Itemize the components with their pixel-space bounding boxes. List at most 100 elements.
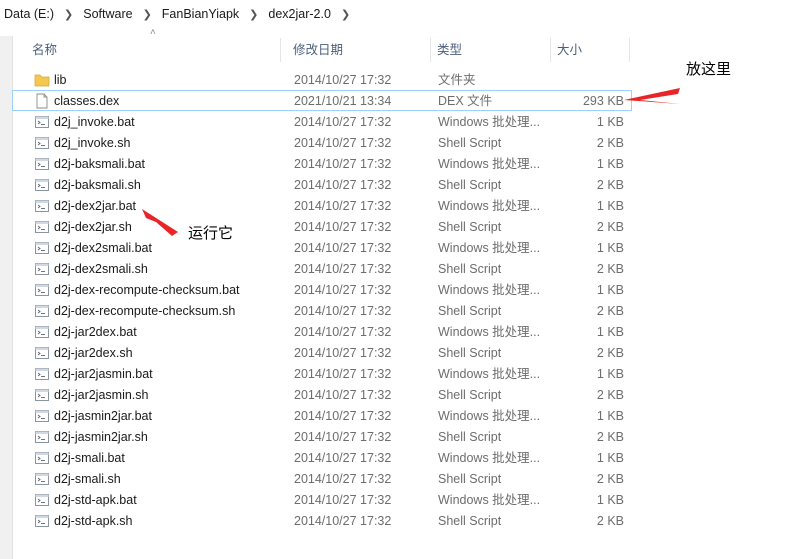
column-header-size[interactable]: 大小: [557, 36, 582, 64]
file-name: d2j-dex2jar.sh: [54, 220, 132, 234]
column-divider[interactable]: [430, 38, 431, 62]
file-date-modified: 2014/10/27 17:32: [294, 136, 392, 150]
file-type: Windows 批处理...: [438, 325, 541, 339]
file-size: 2 KB: [596, 472, 624, 486]
file-date-modified: 2014/10/27 17:32: [294, 388, 392, 402]
file-name: d2j-dex2jar.bat: [54, 199, 137, 213]
file-name: d2j-jar2dex.bat: [54, 325, 137, 339]
file-row[interactable]: d2j-jasmin2jar.sh 2014/10/27 17:32 Shell S…: [12, 426, 632, 447]
script-icon: [34, 492, 50, 508]
file-row[interactable]: lib 2014/10/27 17:32 文件夹: [12, 69, 632, 90]
file-size: 2 KB: [596, 514, 624, 528]
file-row[interactable]: d2j-smali.sh 2014/10/27 17:32 Shell Script…: [12, 468, 632, 489]
file-row[interactable]: d2j-dex2jar.sh 2014/10/27 17:32 Shell Scri…: [12, 216, 632, 237]
file-row[interactable]: d2j_invoke.sh 2014/10/27 17:32 Shell Scrip…: [12, 132, 632, 153]
file-name: d2j_invoke.sh: [54, 136, 131, 150]
script-icon: [34, 177, 50, 193]
file-row[interactable]: d2j-baksmali.bat 2014/10/27 17:32 Windows …: [12, 153, 632, 174]
script-icon: [34, 345, 50, 361]
file-row[interactable]: d2j-jar2jasmin.bat 2014/10/27 17:32 Window…: [12, 363, 632, 384]
chevron-right-icon[interactable]: ❯: [243, 8, 264, 21]
file-type: Windows 批处理...: [438, 367, 541, 381]
file-name: lib: [54, 73, 67, 87]
column-divider[interactable]: [550, 38, 551, 62]
file-row[interactable]: d2j-smali.bat 2014/10/27 17:32 Windows 批处理…: [12, 447, 632, 468]
file-name: classes.dex: [54, 94, 120, 108]
file-date-modified: 2014/10/27 17:32: [294, 220, 392, 234]
file-row[interactable]: d2j_invoke.bat 2014/10/27 17:32 Windows 批处…: [12, 111, 632, 132]
script-icon: [34, 513, 50, 529]
folder-icon: [34, 72, 50, 88]
file-date-modified: 2014/10/27 17:32: [294, 346, 392, 360]
file-row[interactable]: d2j-std-apk.bat 2014/10/27 17:32 Windows 批…: [12, 489, 632, 510]
file-type: Shell Script: [438, 304, 502, 318]
file-row[interactable]: d2j-dex2jar.bat 2014/10/27 17:32 Windows 批…: [12, 195, 632, 216]
file-type: Shell Script: [438, 136, 502, 150]
file-name: d2j-dex-recompute-checksum.bat: [54, 283, 240, 297]
file-size: 2 KB: [596, 220, 624, 234]
file-date-modified: 2014/10/27 17:32: [294, 367, 392, 381]
file-list: lib 2014/10/27 17:32 文件夹 classes.dex 2021/10…: [12, 69, 632, 531]
file-type: Windows 批处理...: [438, 283, 541, 297]
file-size: 2 KB: [596, 388, 624, 402]
file-row[interactable]: d2j-jar2dex.bat 2014/10/27 17:32 Windows 批…: [12, 321, 632, 342]
script-icon: [34, 366, 50, 382]
file-row[interactable]: d2j-jasmin2jar.bat 2014/10/27 17:32 Window…: [12, 405, 632, 426]
file-type: Shell Script: [438, 220, 502, 234]
file-size: 1 KB: [596, 409, 624, 423]
file-name: d2j-smali.sh: [54, 472, 121, 486]
file-date-modified: 2014/10/27 17:32: [294, 262, 392, 276]
file-row[interactable]: d2j-dex2smali.bat 2014/10/27 17:32 Windows…: [12, 237, 632, 258]
script-icon: [34, 261, 50, 277]
sort-ascending-icon: ˄: [150, 27, 156, 38]
file-type: Shell Script: [438, 178, 502, 192]
file-name: d2j-jasmin2jar.sh: [54, 430, 148, 444]
breadcrumb-software[interactable]: Software: [79, 7, 136, 21]
file-date-modified: 2014/10/27 17:32: [294, 472, 392, 486]
column-header-type[interactable]: 类型: [437, 36, 462, 64]
file-row[interactable]: d2j-dex-recompute-checksum.sh 2014/10/27 …: [12, 300, 632, 321]
file-size: 293 KB: [582, 94, 624, 108]
file-row[interactable]: d2j-dex-recompute-checksum.bat 2014/10/27…: [12, 279, 632, 300]
script-icon: [34, 429, 50, 445]
file-type: Shell Script: [438, 472, 502, 486]
file-row[interactable]: d2j-std-apk.sh 2014/10/27 17:32 Shell Scri…: [12, 510, 632, 531]
file-type: Shell Script: [438, 514, 502, 528]
breadcrumb-current-folder[interactable]: dex2jar-2.0: [264, 7, 335, 21]
file-size: 1 KB: [596, 115, 624, 129]
file-row[interactable]: d2j-jar2jasmin.sh 2014/10/27 17:32 Shell S…: [12, 384, 632, 405]
file-row[interactable]: d2j-dex2smali.sh 2014/10/27 17:32 Shell Sc…: [12, 258, 632, 279]
file-date-modified: 2014/10/27 17:32: [294, 430, 392, 444]
chevron-right-icon[interactable]: ❯: [137, 8, 158, 21]
chevron-right-icon[interactable]: ❯: [335, 8, 356, 21]
file-date-modified: 2014/10/27 17:32: [294, 283, 392, 297]
file-size: [558, 70, 624, 91]
file-size: 2 KB: [596, 262, 624, 276]
breadcrumb-fanbianyiapk[interactable]: FanBianYiapk: [158, 7, 243, 21]
file-size: 1 KB: [596, 325, 624, 339]
file-type: Shell Script: [438, 262, 502, 276]
chevron-right-icon[interactable]: ❯: [58, 8, 79, 21]
column-divider[interactable]: [629, 38, 630, 62]
script-icon: [34, 387, 50, 403]
file-date-modified: 2014/10/27 17:32: [294, 325, 392, 339]
script-icon: [34, 114, 50, 130]
script-icon: [34, 303, 50, 319]
annotation-run-it: 运行它: [188, 225, 234, 242]
file-size: 2 KB: [596, 178, 624, 192]
column-header-date[interactable]: 修改日期: [293, 36, 343, 64]
file-row[interactable]: d2j-jar2dex.sh 2014/10/27 17:32 Shell Scri…: [12, 342, 632, 363]
file-name: d2j-dex-recompute-checksum.sh: [54, 304, 236, 318]
file-size: 1 KB: [596, 283, 624, 297]
column-header-name[interactable]: 名称: [32, 36, 57, 64]
file-row[interactable]: d2j-baksmali.sh 2014/10/27 17:32 Shell Scr…: [12, 174, 632, 195]
script-icon: [34, 219, 50, 235]
file-type: Windows 批处理...: [438, 451, 541, 465]
column-header-row: ˄ 名称 修改日期 类型 大小: [12, 27, 632, 64]
script-icon: [34, 450, 50, 466]
file-row[interactable]: classes.dex 2021/10/21 13:34 DEX 文件 293 KB: [12, 90, 632, 111]
script-icon: [34, 156, 50, 172]
breadcrumb-drive[interactable]: Data (E:): [0, 7, 58, 21]
column-divider[interactable]: [280, 38, 281, 62]
script-icon: [34, 324, 50, 340]
